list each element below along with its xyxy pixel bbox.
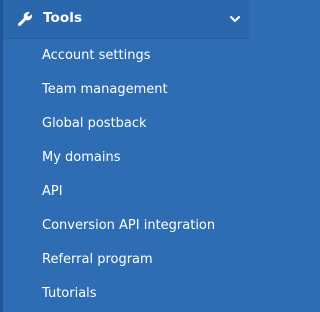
menu-item-api[interactable]: API — [3, 175, 249, 209]
tools-menu-header[interactable]: Tools — [3, 0, 249, 38]
wrench-icon — [17, 12, 32, 27]
menu-item-account-settings[interactable]: Account settings — [3, 39, 249, 73]
tools-menu: Tools Account settings Team management G… — [0, 0, 249, 312]
tools-submenu: Account settings Team management Global … — [3, 39, 249, 311]
menu-item-tutorials[interactable]: Tutorials — [3, 277, 249, 311]
chevron-down-icon[interactable] — [229, 13, 241, 25]
menu-item-conversion-api-integration[interactable]: Conversion API integration — [3, 209, 249, 243]
menu-item-referral-program[interactable]: Referral program — [3, 243, 249, 277]
menu-item-global-postback[interactable]: Global postback — [3, 107, 249, 141]
menu-item-team-management[interactable]: Team management — [3, 73, 249, 107]
menu-item-my-domains[interactable]: My domains — [3, 141, 249, 175]
tools-menu-title: Tools — [43, 10, 83, 26]
